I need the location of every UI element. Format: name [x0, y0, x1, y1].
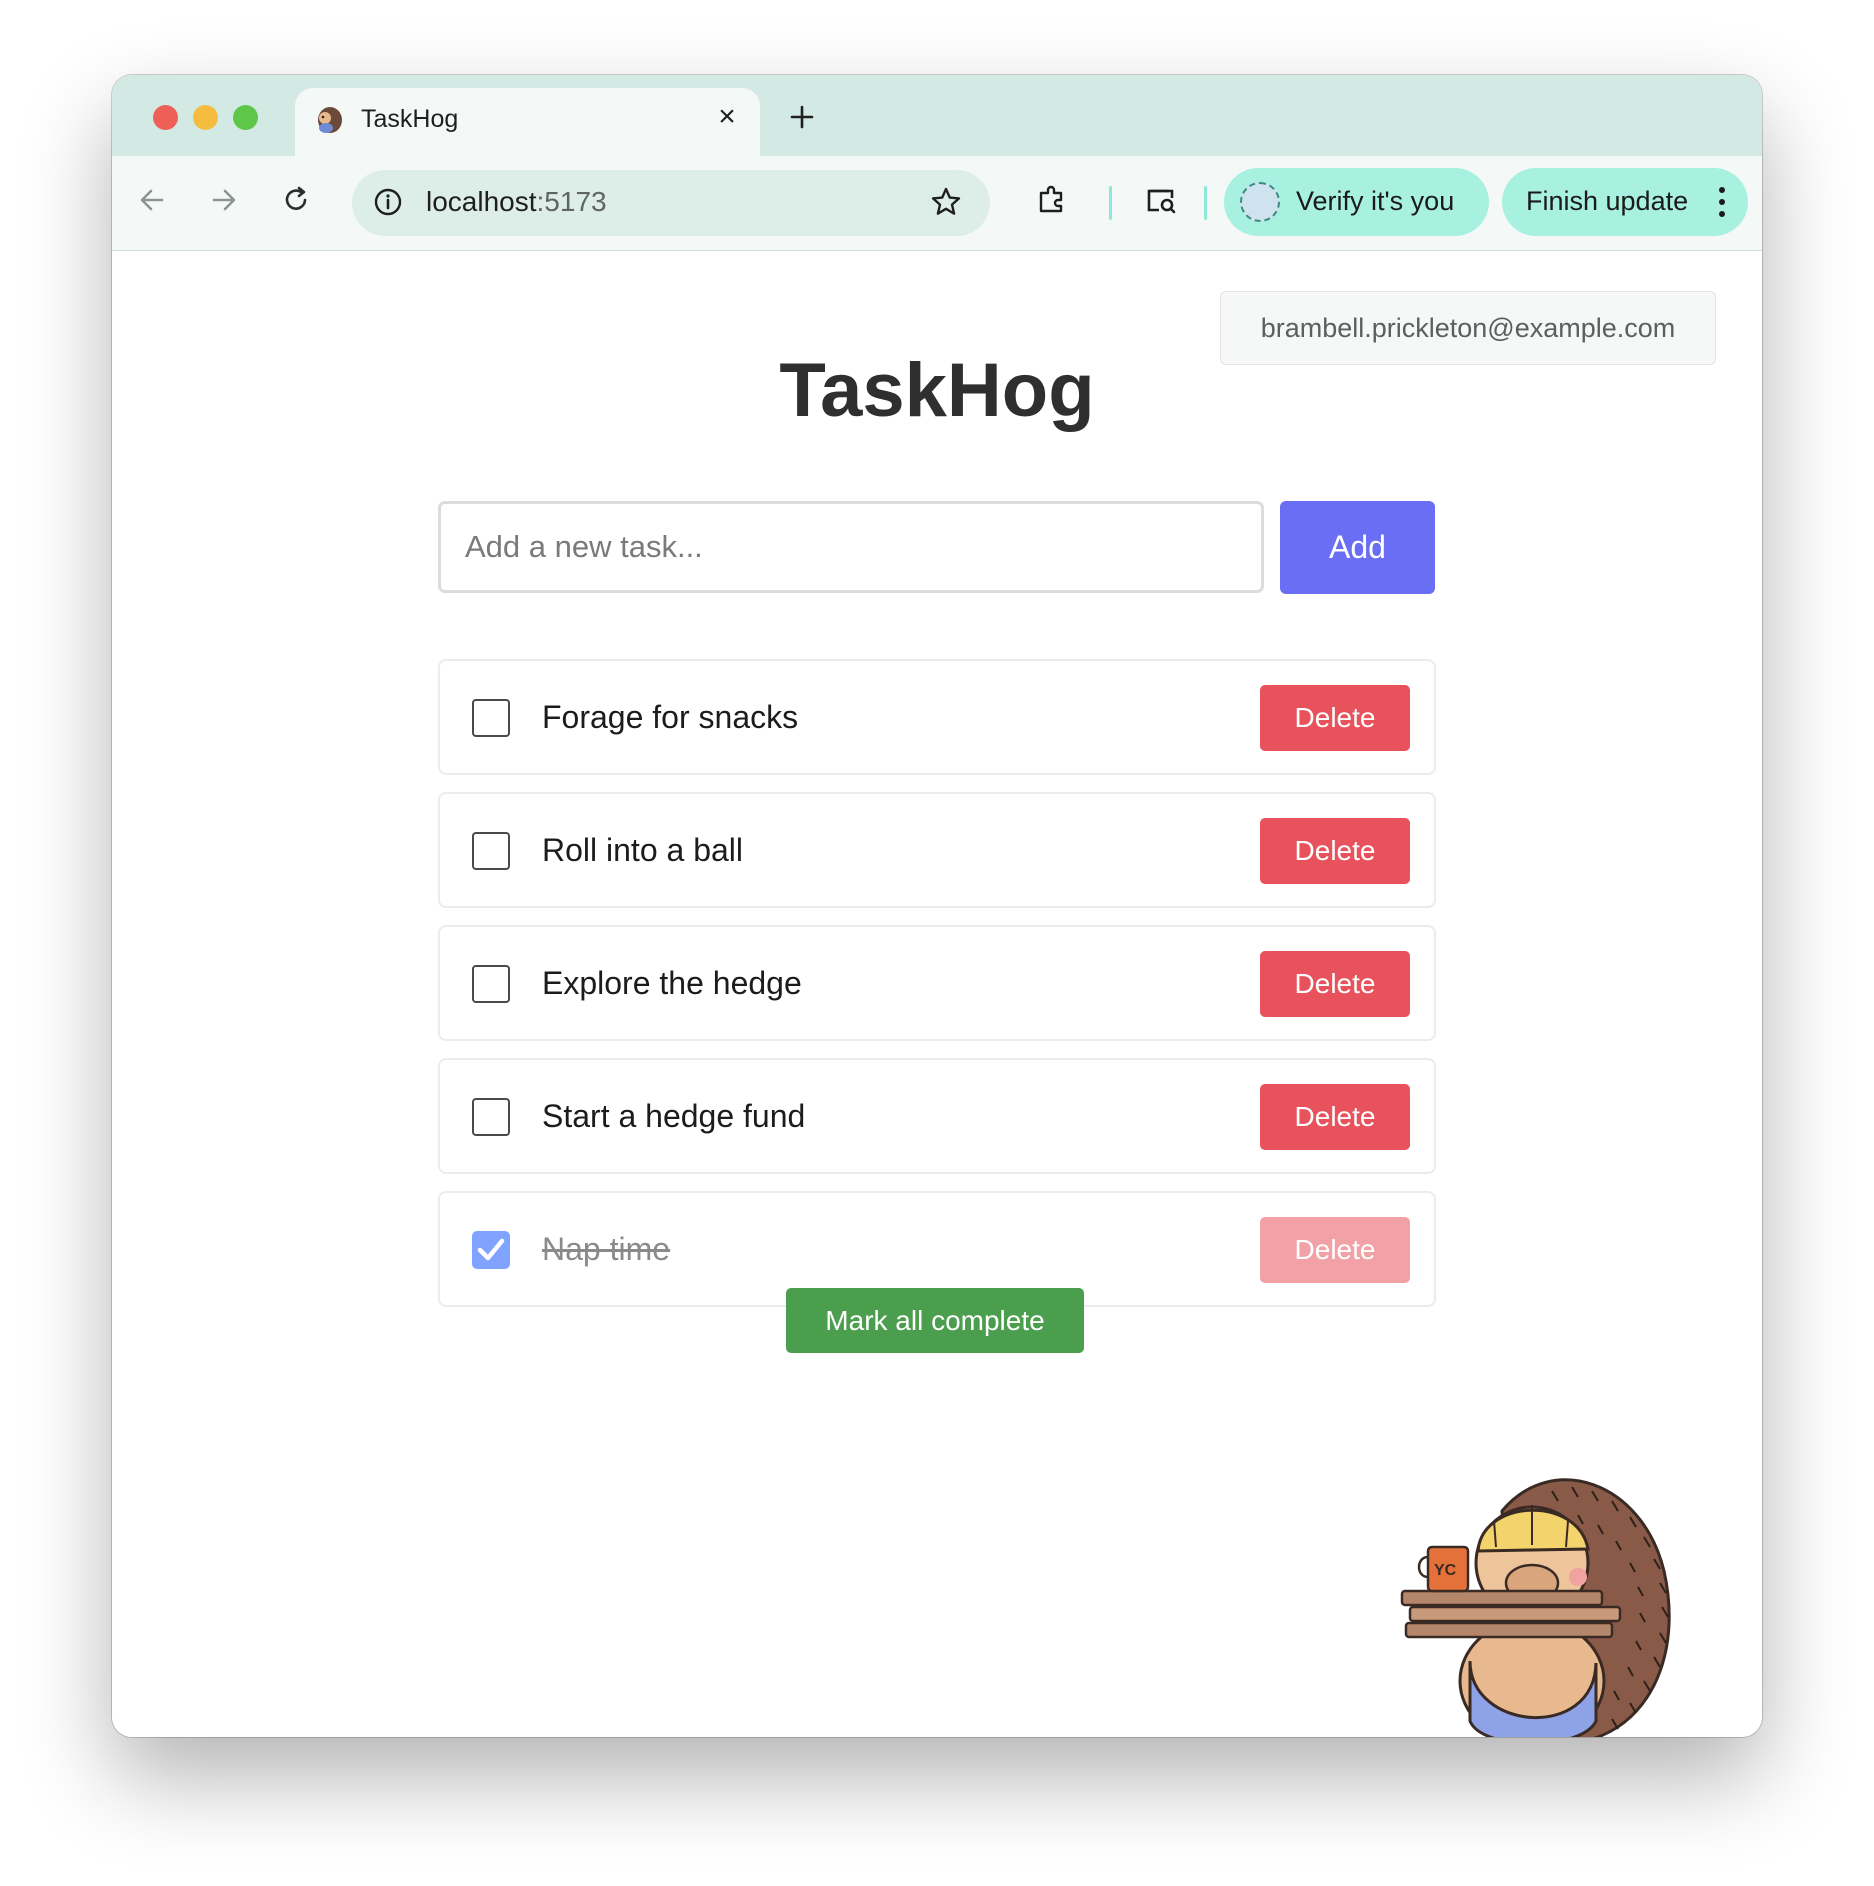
- task-checkbox[interactable]: [472, 965, 510, 1003]
- minimize-window-button[interactable]: [193, 105, 218, 130]
- task-row: Roll into a ball Delete: [438, 792, 1436, 908]
- forward-arrow-icon[interactable]: [204, 180, 244, 220]
- task-row: Explore the hedge Delete: [438, 925, 1436, 1041]
- toolbar-separator: [1204, 186, 1207, 220]
- delete-task-button[interactable]: Delete: [1260, 685, 1410, 751]
- reload-icon[interactable]: [276, 180, 316, 220]
- task-text: Explore the hedge: [542, 965, 802, 1001]
- site-info-icon[interactable]: [370, 184, 406, 220]
- tab-close-icon[interactable]: ×: [712, 102, 742, 132]
- delete-task-button[interactable]: Delete: [1260, 951, 1410, 1017]
- delete-task-button[interactable]: Delete: [1260, 818, 1410, 884]
- browser-window: TaskHog × localhost:5173 Verify it's you…: [112, 75, 1762, 1737]
- delete-task-button[interactable]: Delete: [1260, 1084, 1410, 1150]
- mark-all-complete-button[interactable]: Mark all complete: [786, 1288, 1084, 1353]
- new-task-input[interactable]: [438, 501, 1264, 593]
- task-checkbox[interactable]: [472, 1098, 510, 1136]
- address-bar[interactable]: localhost:5173: [352, 170, 990, 236]
- task-text: Roll into a ball: [542, 832, 743, 868]
- task-list: Forage for snacks Delete Roll into a bal…: [438, 659, 1436, 1324]
- task-text: Forage for snacks: [542, 699, 799, 735]
- hedgehog-builder-icon: YC: [1400, 1478, 1671, 1737]
- finish-update-label: Finish update: [1526, 186, 1689, 216]
- url-port: :5173: [536, 186, 607, 217]
- toolbar-separator: [1109, 186, 1112, 220]
- tab-search-icon[interactable]: [1141, 180, 1181, 220]
- task-checkbox[interactable]: [472, 699, 510, 737]
- add-task-button[interactable]: Add: [1280, 501, 1435, 594]
- browser-toolbar: localhost:5173 Verify it's you Finish up…: [112, 156, 1762, 251]
- tab-title: TaskHog: [361, 105, 459, 133]
- hedgehog-favicon-icon: [318, 107, 342, 133]
- back-arrow-icon[interactable]: [132, 180, 172, 220]
- close-window-button[interactable]: [153, 105, 178, 130]
- bookmark-star-icon[interactable]: [928, 184, 964, 220]
- profile-avatar-icon: [1240, 182, 1280, 222]
- delete-task-button[interactable]: Delete: [1260, 1217, 1410, 1283]
- extensions-puzzle-icon[interactable]: [1032, 180, 1072, 220]
- more-menu-icon[interactable]: [1718, 184, 1726, 220]
- task-row: Start a hedge fund Delete: [438, 1058, 1436, 1174]
- finish-update-button[interactable]: Finish update: [1502, 168, 1748, 236]
- task-text: Nap time: [542, 1231, 671, 1267]
- checkmark-icon: [477, 1238, 505, 1261]
- task-checkbox-checked[interactable]: [472, 1231, 510, 1269]
- url-text: localhost:5173: [426, 186, 607, 218]
- verify-label: Verify it's you: [1296, 186, 1455, 216]
- task-checkbox[interactable]: [472, 832, 510, 870]
- task-row: Forage for snacks Delete: [438, 659, 1436, 775]
- url-host: localhost: [426, 186, 537, 217]
- tab-strip: TaskHog ×: [112, 75, 1762, 168]
- new-tab-icon[interactable]: [784, 99, 820, 135]
- verify-identity-button[interactable]: Verify it's you: [1224, 168, 1489, 236]
- task-text: Start a hedge fund: [542, 1098, 806, 1134]
- maximize-window-button[interactable]: [233, 105, 258, 130]
- mug-label: YC: [1434, 1562, 1457, 1579]
- page-content: brambell.prickleton@example.com TaskHog …: [112, 251, 1762, 1737]
- page-title: TaskHog: [779, 348, 1095, 433]
